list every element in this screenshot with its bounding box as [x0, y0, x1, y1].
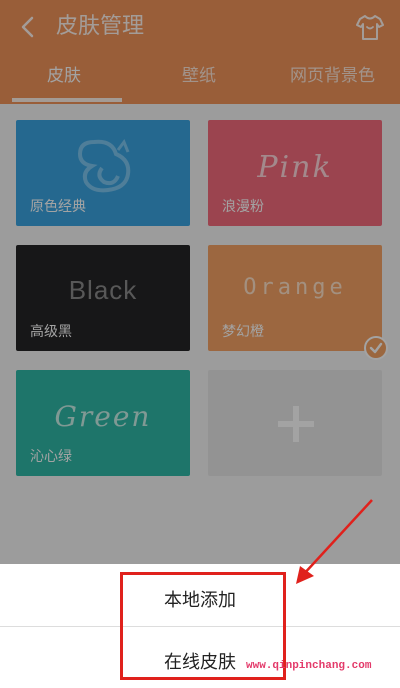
modal-backdrop[interactable]: [0, 0, 400, 564]
watermark: www.qinpinchang.com: [246, 660, 372, 672]
